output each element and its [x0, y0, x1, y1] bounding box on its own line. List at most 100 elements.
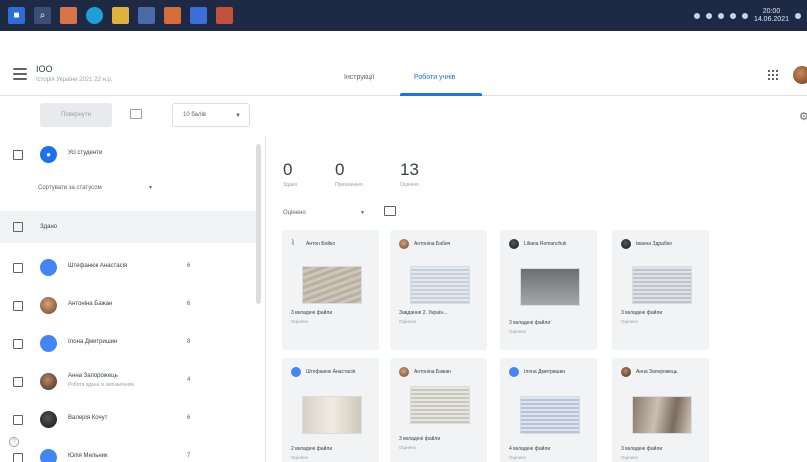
card-status: Оцінено: [509, 455, 527, 460]
return-button[interactable]: Повернути: [40, 103, 112, 127]
tab-instructions[interactable]: Інструкції: [344, 74, 374, 81]
student-grade[interactable]: 7: [187, 453, 190, 459]
scrollbar[interactable]: [256, 144, 261, 304]
avatar: [40, 335, 57, 352]
avatar: [40, 297, 57, 314]
attachment-thumbnail[interactable]: [520, 396, 580, 434]
chevron-down-icon[interactable]: ▼: [148, 185, 153, 191]
clock[interactable]: 20:00 14.06.2021: [754, 8, 789, 24]
battery-icon[interactable]: [741, 12, 748, 19]
submission-card[interactable]: Антоніна Бабич Завдання 2. Україн... Оці…: [390, 230, 487, 350]
submission-card[interactable]: ⌇ Антон Бойко 3 вкладені файли Оцінено: [282, 230, 379, 350]
student-checkbox[interactable]: [13, 301, 23, 311]
apps-grid-icon[interactable]: [768, 70, 778, 80]
tray-icon[interactable]: [705, 12, 712, 19]
account-avatar[interactable]: [793, 66, 807, 84]
select-all-checkbox[interactable]: [13, 150, 23, 160]
sort-dropdown[interactable]: Сортувати за статусом: [38, 185, 102, 191]
tray-icon[interactable]: [693, 12, 700, 19]
student-grade[interactable]: 6: [187, 415, 190, 421]
chevron-down-icon[interactable]: ▼: [360, 210, 365, 216]
student-row[interactable]: Валерія Кочут 6: [0, 402, 256, 440]
submission-card[interactable]: Liliana Romanchuk 3 вкладені файли Оціне…: [500, 230, 597, 350]
student-checkbox[interactable]: [13, 453, 23, 462]
avatar: [40, 411, 57, 428]
submission-card[interactable]: Анна Запорожець 3 вкладені файли Оцінено: [612, 358, 709, 462]
student-checkbox[interactable]: [13, 377, 23, 387]
student-row[interactable]: Анна Запорожець Робота здана із запізнен…: [0, 364, 256, 402]
student-checkbox[interactable]: [13, 263, 23, 273]
avatar: [509, 367, 519, 377]
stat-value: 0: [283, 160, 293, 179]
points-select[interactable]: 10 балів ▼: [172, 103, 250, 127]
email-icon[interactable]: [130, 109, 142, 119]
card-attachments: 3 вкладені файли: [509, 320, 551, 326]
folder-icon[interactable]: [384, 206, 396, 216]
attachment-thumbnail[interactable]: [520, 268, 580, 306]
section-label: Здано: [40, 224, 58, 230]
course-subtitle: Історія України 2021 22 н.р.: [36, 77, 113, 83]
edge-browser-icon[interactable]: [86, 7, 103, 24]
card-attachments: 3 вкладені файли: [621, 446, 663, 452]
taskbar-app-icon[interactable]: [216, 7, 233, 24]
avatar: [40, 449, 57, 462]
student-grade[interactable]: 6: [187, 301, 190, 307]
student-name: Штефанюк Анастасія: [68, 263, 128, 269]
search-icon[interactable]: ⌕: [34, 7, 51, 24]
system-tray: 20:00 14.06.2021: [693, 0, 801, 31]
menu-icon[interactable]: [13, 68, 27, 80]
notifications-icon[interactable]: [795, 12, 801, 19]
student-name: Ілона Дмитришин: [68, 339, 118, 345]
word-app-icon[interactable]: [190, 7, 207, 24]
all-students-label[interactable]: Усі студенти: [68, 150, 102, 156]
stat-turned-in: 0 Здано: [283, 160, 297, 188]
student-grade[interactable]: 8: [187, 339, 190, 345]
card-student-name: Іванна Здрабко: [636, 241, 672, 247]
student-row[interactable]: Юлія Мельник 7: [0, 440, 256, 462]
avatar: [40, 259, 57, 276]
windows-start-icon[interactable]: ■: [8, 7, 25, 24]
file-explorer-icon[interactable]: [112, 7, 129, 24]
card-status: Оцінено: [291, 319, 309, 324]
attachment-thumbnail[interactable]: [410, 386, 470, 424]
student-checkbox[interactable]: [13, 339, 23, 349]
volume-icon[interactable]: [729, 12, 736, 19]
points-select-value: 10 балів: [183, 112, 206, 118]
wifi-icon[interactable]: [717, 12, 724, 19]
student-grade[interactable]: 6: [187, 263, 190, 269]
submission-card[interactable]: Антоніна Бажан 3 вкладені файли Оцінено: [390, 358, 487, 462]
stat-value: 0: [335, 160, 345, 179]
stat-value: 13: [400, 160, 419, 179]
section-checkbox[interactable]: [13, 222, 23, 232]
card-attachments: 3 вкладені файли: [291, 310, 333, 316]
attachment-thumbnail[interactable]: [302, 266, 362, 304]
group-icon: ●: [40, 146, 57, 163]
student-grade[interactable]: 4: [187, 377, 190, 383]
student-row[interactable]: Штефанюк Анастасія 6: [0, 250, 256, 288]
submission-card[interactable]: Штефанюк Анастасія 2 вкладені файли Оцін…: [282, 358, 379, 462]
taskbar-app-icon[interactable]: [138, 7, 155, 24]
settings-gear-icon[interactable]: ⚙: [799, 110, 807, 123]
student-row[interactable]: Ілона Дмитришин 8: [0, 326, 256, 364]
screen: ■ ⌕ 20:00 14.06.2021 ІОО Історія України…: [0, 0, 807, 462]
student-checkbox[interactable]: [13, 415, 23, 425]
course-title[interactable]: ІОО: [36, 64, 53, 74]
submission-card[interactable]: Іванна Здрабко 3 вкладені файли Оцінено: [612, 230, 709, 350]
clock-date: 14.06.2021: [753, 15, 789, 23]
card-student-name: Антоніна Бажан: [414, 369, 451, 375]
card-student-name: Анна Запорожець: [636, 369, 678, 375]
taskbar-app-icon[interactable]: [60, 7, 77, 24]
avatar: [509, 239, 519, 249]
attachment-thumbnail[interactable]: [632, 396, 692, 434]
student-row[interactable]: Антоніна Бажан 6: [0, 288, 256, 326]
tab-student-work[interactable]: Роботи учнів: [414, 74, 455, 81]
filter-dropdown[interactable]: Оцінено: [283, 210, 306, 216]
taskbar-app-icon[interactable]: [164, 7, 181, 24]
card-student-name: Штефанюк Анастасія: [306, 369, 356, 375]
divider: [265, 136, 266, 462]
help-icon[interactable]: ?: [9, 437, 19, 447]
attachment-thumbnail[interactable]: [302, 396, 362, 434]
attachment-thumbnail[interactable]: [410, 266, 470, 304]
submission-card[interactable]: Ілона Дмитришин 4 вкладені файли Оцінено: [500, 358, 597, 462]
attachment-thumbnail[interactable]: [632, 266, 692, 304]
